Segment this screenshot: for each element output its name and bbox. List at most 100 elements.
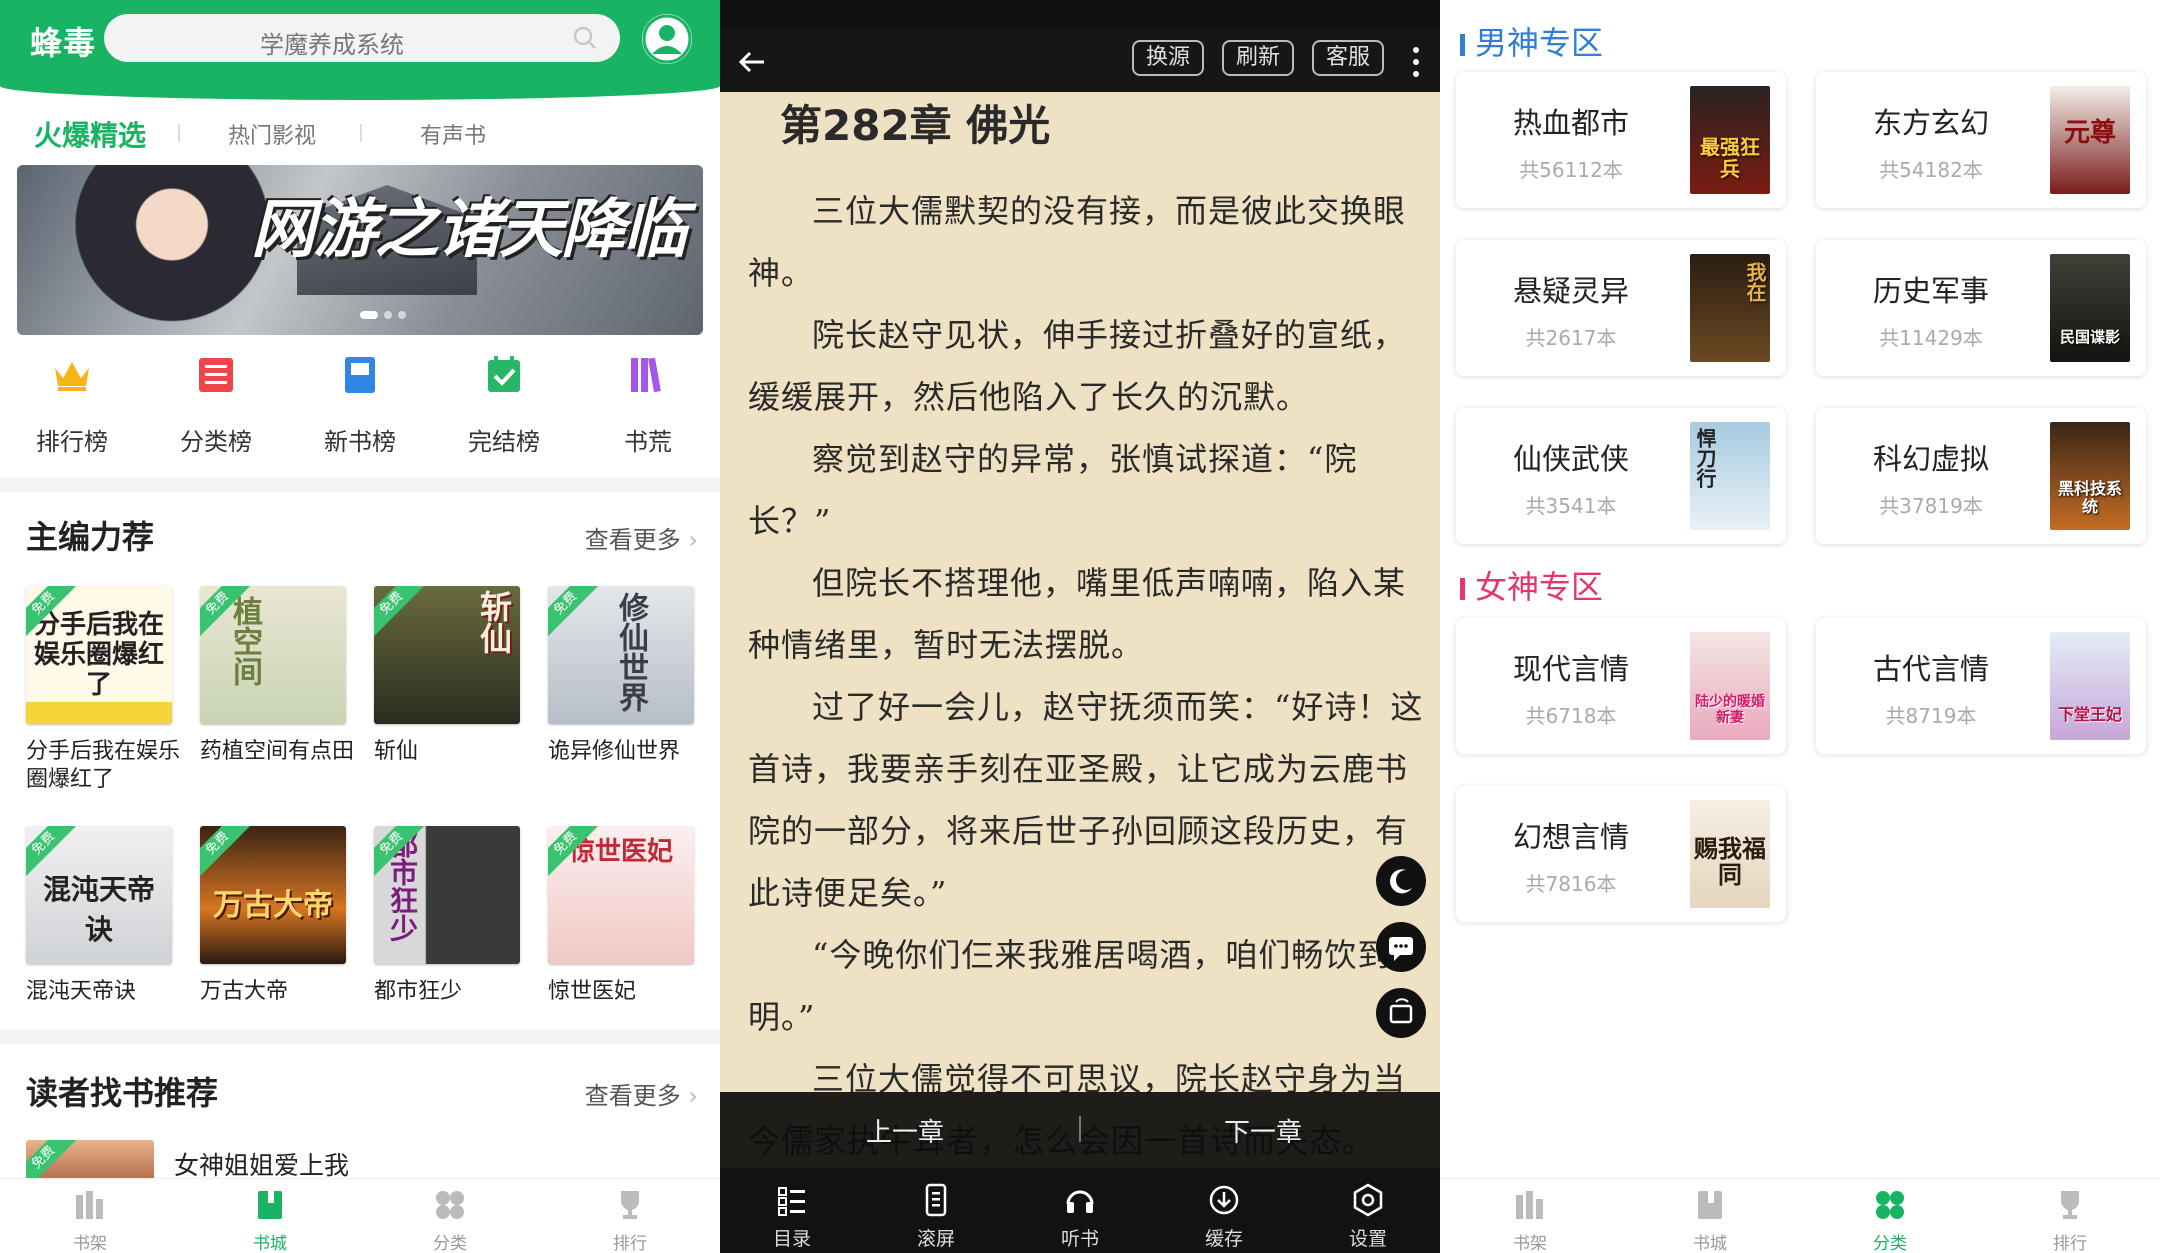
editor-picks-more-link[interactable]: 查看更多 ›: [585, 520, 698, 555]
comment-button[interactable]: [1376, 922, 1426, 972]
change-source-button[interactable]: 换源: [1132, 40, 1204, 76]
book-card[interactable]: 植空间 免费 药植空间有点田: [200, 586, 354, 766]
search-input[interactable]: 学魔养成系统: [104, 14, 620, 62]
rotate-screen-button[interactable]: [1376, 988, 1426, 1038]
refresh-button[interactable]: 刷新: [1222, 40, 1294, 76]
comment-icon: [1389, 937, 1413, 961]
nav-bookshelf[interactable]: 书架: [1470, 1187, 1590, 1253]
crown-icon: [55, 362, 89, 391]
nav-category[interactable]: 分类: [390, 1187, 510, 1253]
category-count: 共6718本: [1525, 704, 1617, 728]
male-zone-title: 男神专区: [1460, 18, 1603, 64]
category-card[interactable]: 热血都市 共56112本 最强狂兵: [1456, 72, 1786, 208]
nav-bookshelf[interactable]: 书架: [30, 1187, 150, 1253]
category-card[interactable]: 仙侠武侠 共3541本 悍刀行: [1456, 408, 1786, 544]
book-card[interactable]: 分手后我在娱乐圈爆红了 免费 分手后我在娱乐圈爆红了: [26, 586, 180, 794]
category-cover: 悍刀行: [1690, 422, 1770, 530]
nav-category[interactable]: 分类: [1830, 1187, 1950, 1253]
chevron-right-icon: ›: [688, 1082, 698, 1110]
back-arrow-icon[interactable]: [734, 44, 770, 80]
categories-screen: 男神专区 热血都市 共56112本 最强狂兵 东方玄幻 共54182本 元尊 悬…: [1440, 0, 2160, 1253]
tab-separator: [360, 124, 362, 142]
book-title: 药植空间有点田: [200, 739, 355, 764]
quick-link-ranking[interactable]: 排行榜: [12, 352, 132, 457]
nav-bookstore[interactable]: 书城: [210, 1187, 330, 1253]
category-card[interactable]: 古代言情 共8719本 下堂王妃: [1816, 618, 2146, 754]
book-card[interactable]: 混沌天帝诀 免费 混沌天帝诀: [26, 826, 174, 1006]
reader-picks-more-link[interactable]: 查看更多 ›: [585, 1076, 698, 1111]
banner-title: 网游之诸天降临: [251, 193, 687, 267]
tab-hot-movies[interactable]: 热门影视: [228, 118, 316, 150]
previous-chapter-button[interactable]: 上一章: [866, 1112, 944, 1149]
auto-scroll-button[interactable]: 滚屏: [896, 1182, 976, 1251]
book-card[interactable]: 修仙世界 免费 诡异修仙世界: [548, 586, 696, 766]
category-name: 古代言情: [1872, 652, 1989, 686]
scroll-icon: [925, 1183, 947, 1217]
category-card[interactable]: 历史军事 共11429本 民国谍影: [1816, 240, 2146, 376]
category-card[interactable]: 现代言情 共6718本 陆少的暖婚新妻: [1456, 618, 1786, 754]
store-tabs: 火爆精选 热门影视 有声书: [0, 112, 720, 156]
category-cover: 下堂王妃: [2050, 632, 2130, 740]
book-title: 分手后我在娱乐圈爆红了: [26, 739, 181, 792]
category-cover: 民国谍影: [2050, 254, 2130, 362]
night-mode-button[interactable]: [1376, 856, 1426, 906]
new-book-icon: [345, 357, 375, 393]
category-name: 热血都市: [1512, 106, 1629, 140]
chapter-navigation: 上一章 下一章: [720, 1092, 1440, 1168]
listen-button[interactable]: 听书: [1040, 1182, 1120, 1251]
book-card[interactable]: 都市狂少 免费 都市狂少: [374, 826, 522, 1006]
free-badge: 免费: [26, 1140, 80, 1180]
book-card[interactable]: 斩仙 免费 斩仙: [374, 586, 522, 766]
book-nav-icon: [1698, 1191, 1722, 1219]
quick-link-new-books[interactable]: 新书榜: [300, 352, 420, 457]
nav-ranking[interactable]: 排行: [2010, 1187, 2130, 1253]
category-card[interactable]: 东方玄幻 共54182本 元尊: [1816, 72, 2146, 208]
settings-button[interactable]: 设置: [1328, 1182, 1408, 1251]
store-header: 蜂毒 学魔养成系统: [0, 0, 720, 100]
free-badge: 免费: [200, 826, 254, 880]
book-title: 女神姐姐爱上我: [174, 1151, 350, 1180]
more-label: 查看更多: [584, 1082, 681, 1110]
free-badge: 免费: [548, 586, 602, 640]
category-card[interactable]: 幻想言情 共7816本 赐我福同: [1456, 786, 1786, 922]
status-bar: [720, 0, 1440, 30]
next-chapter-button[interactable]: 下一章: [1224, 1112, 1302, 1149]
nav-ranking[interactable]: 排行: [570, 1187, 690, 1253]
paragraph: 察觉到赵守的异常，张慎试探道：“院长？”: [748, 440, 1358, 540]
book-card[interactable]: 惊世医妃 免费 惊世医妃: [548, 826, 696, 1006]
category-name: 科幻虚拟: [1872, 442, 1989, 476]
reader-screen: 第282章 佛光 三位大儒默契的没有接，而是彼此交换眼神。 院长赵守见状，伸手接…: [720, 0, 1440, 1253]
promo-banner[interactable]: 网游之诸天降临: [17, 165, 703, 335]
section-divider: [0, 478, 720, 492]
customer-service-button[interactable]: 客服: [1312, 40, 1384, 76]
category-card[interactable]: 科幻虚拟 共37819本 黑科技系统: [1816, 408, 2146, 544]
category-cover: 黑科技系统: [2050, 422, 2130, 530]
rotate-icon: [1389, 998, 1413, 1024]
tab-audiobooks[interactable]: 有声书: [420, 118, 486, 150]
editor-picks-title: 主编力荐: [26, 518, 155, 556]
category-card[interactable]: 悬疑灵异 共2617本 我在: [1456, 240, 1786, 376]
user-avatar-icon[interactable]: [642, 14, 692, 64]
book-cover: 修仙世界 免费: [548, 586, 694, 724]
book-cover: 免费: [26, 1140, 154, 1180]
book-card[interactable]: 万古大帝 免费 万古大帝: [200, 826, 348, 1006]
more-vert-icon[interactable]: [1412, 46, 1420, 78]
headphones-icon: [1066, 1190, 1094, 1213]
toc-button[interactable]: 目录: [752, 1182, 832, 1251]
download-icon: [1209, 1185, 1239, 1215]
category-count: 共3541本: [1525, 494, 1617, 518]
free-badge: 免费: [374, 586, 428, 640]
quick-link-category[interactable]: 分类榜: [156, 352, 276, 457]
app-logo: 蜂毒: [30, 24, 97, 62]
moon-icon: [1390, 869, 1412, 894]
quick-link-finished[interactable]: 完结榜: [444, 352, 564, 457]
tab-hot-picks[interactable]: 火爆精选: [34, 114, 146, 154]
category-name: 历史军事: [1872, 274, 1989, 308]
quick-link-book-famine[interactable]: 书荒: [588, 352, 708, 457]
search-icon[interactable]: [572, 25, 598, 51]
category-count: 共56112本: [1519, 158, 1623, 182]
bottom-nav: 书架 书城 分类 排行: [0, 1178, 720, 1253]
nav-bookstore[interactable]: 书城: [1650, 1187, 1770, 1253]
cache-button[interactable]: 缓存: [1184, 1182, 1264, 1251]
reader-toolbar: 目录 滚屏 听书 缓存 设置: [720, 1168, 1440, 1253]
